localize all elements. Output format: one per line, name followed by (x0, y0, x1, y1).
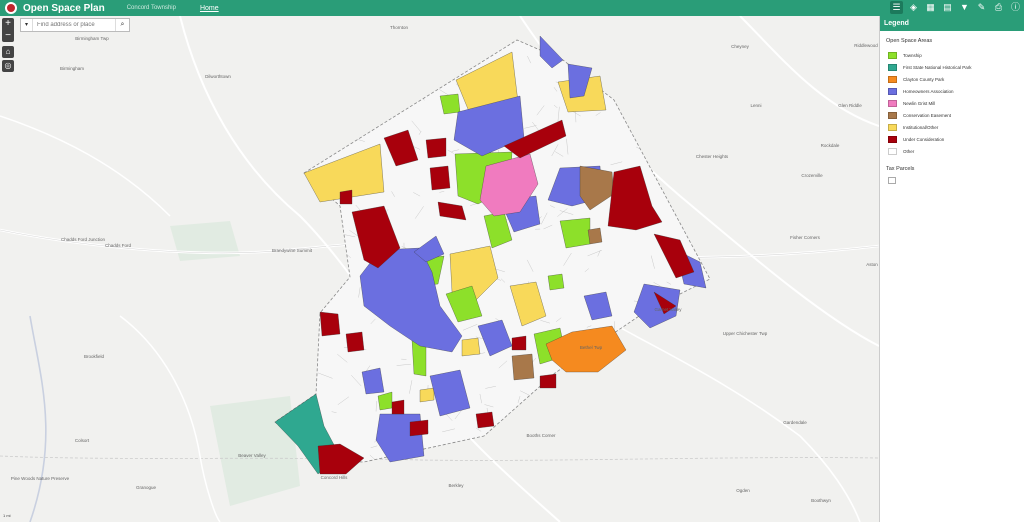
place-label: Garnet Valley (655, 307, 683, 312)
place-label: Berkley (448, 483, 464, 488)
logo-icon (5, 2, 17, 14)
place-label: Rockdale (821, 143, 840, 148)
legend-label: Conservation Easement (903, 112, 952, 118)
search-box: ▾ ⌕ (20, 18, 130, 32)
place-label: Crozerville (801, 173, 823, 178)
locate-icon[interactable]: ◎ (2, 60, 14, 72)
legend-swatch (888, 135, 897, 143)
scale-bar: 1 mi (3, 513, 11, 518)
search-source-dropdown[interactable]: ▾ (21, 19, 33, 31)
place-label: Lenni (750, 103, 761, 108)
app-title: Open Space Plan (23, 2, 105, 14)
home-link[interactable]: Home (200, 5, 219, 12)
zoom-out-button[interactable]: − (2, 30, 14, 42)
legend-swatch (888, 99, 897, 107)
legend-label: Institutional/Other (903, 124, 939, 130)
legend-label: Township (903, 52, 922, 58)
place-label: Concord Hills (321, 475, 349, 480)
info-icon[interactable]: ⓘ (1009, 1, 1022, 14)
place-label: Fisher Corners (790, 235, 821, 240)
zoom-control: + − (2, 18, 14, 42)
layers-icon[interactable]: ◈ (907, 1, 920, 14)
legend-swatch (888, 123, 897, 131)
place-label: Brandywine Summit (272, 248, 313, 253)
legend-item: Clayton County Park (886, 73, 1018, 85)
legend-swatch (888, 87, 897, 95)
zoom-in-button[interactable]: + (2, 18, 14, 30)
legend-label: Other (903, 148, 915, 154)
place-label: Chadds Ford Junction (61, 237, 106, 242)
place-label: Chadds Ford (105, 243, 132, 248)
bookmark-icon[interactable]: ▤ (941, 1, 954, 14)
legend-label: Clayton County Park (903, 76, 945, 82)
filter-icon[interactable]: ▼ (958, 1, 971, 14)
legend-swatch (888, 63, 897, 71)
place-label: Upper Chichester Twp (723, 331, 768, 336)
place-label: Birmingham (60, 66, 84, 71)
place-label: Ogden (736, 488, 750, 493)
legend-item: Conservation Easement (886, 109, 1018, 121)
scale-label: 1 mi (3, 513, 11, 518)
legend-swatch (888, 51, 897, 59)
legend-list: Township First State National Historical … (886, 49, 1018, 157)
legend-list-icon[interactable]: ☰ (890, 1, 903, 14)
place-label: Chester Heights (696, 154, 729, 159)
legend-panel: Legend ⌃ ✕ Open Space Areas Township Firs… (879, 16, 1024, 522)
place-label: Dilworthtown (205, 74, 231, 79)
place-label: Riddlewood (854, 43, 878, 48)
tax-parcel-swatch (888, 177, 896, 184)
legend-label: Newlin Grist Mill (903, 100, 936, 106)
legend-item: Township (886, 49, 1018, 61)
place-label: Thornton (390, 25, 409, 30)
place-label: Boothwyn (811, 498, 831, 503)
place-label: Colsort (75, 438, 90, 443)
home-extent-icon[interactable]: ⌂ (2, 46, 14, 58)
place-label: Granogue (136, 485, 157, 490)
legend-label: Under Consideration (903, 136, 945, 142)
map-canvas[interactable]: Birmingham Twp Birmingham Dilworthtown Thor… (0, 16, 879, 522)
app-subtitle: Concord Township (126, 5, 176, 11)
place-label: Aston (866, 262, 878, 267)
search-input[interactable] (33, 19, 115, 31)
legend-item: Under Consideration (886, 133, 1018, 145)
legend-swatch (888, 75, 897, 83)
collapse-icon[interactable]: ⌃ (1002, 33, 1008, 41)
map-view[interactable]: Birmingham Twp Birmingham Dilworthtown Thor… (0, 16, 879, 522)
place-label: Brookfield (84, 354, 105, 359)
legend-label: First State National Historical Park (903, 64, 972, 70)
print-icon[interactable]: ⎙ (992, 1, 1005, 14)
legend-item: First State National Historical Park (886, 61, 1018, 73)
legend-section-title: Open Space Areas (886, 38, 933, 44)
place-label: Pine Woods Nature Preserve (11, 476, 70, 481)
place-label: Birmingham Twp (75, 36, 109, 41)
search-icon[interactable]: ⌕ (115, 19, 129, 31)
close-icon[interactable]: ✕ (1014, 33, 1020, 41)
basemap-grid-icon[interactable]: ▦ (924, 1, 937, 14)
tax-parcels-title: Tax Parcels (886, 166, 915, 172)
toolbar: ☰ ◈ ▦ ▤ ▼ ✎ ⎙ ⓘ (890, 1, 1022, 14)
legend-title: Legend (884, 20, 909, 27)
place-label: Gardendale (783, 420, 807, 425)
place-label: Bethel Twp (580, 345, 603, 350)
app-header: Open Space Plan Concord Township Home ☰ ◈… (0, 0, 1024, 16)
place-label: Beaver Valley (238, 453, 266, 458)
legend-swatch (888, 111, 897, 119)
draw-icon[interactable]: ✎ (975, 1, 988, 14)
legend-label: Homeowners Association (903, 88, 954, 94)
place-label: Booths Corner (526, 433, 556, 438)
legend-item: Other (886, 145, 1018, 157)
legend-item: Newlin Grist Mill (886, 97, 1018, 109)
legend-item: Institutional/Other (886, 121, 1018, 133)
place-label: Glen Riddle (838, 103, 862, 108)
legend-swatch (888, 147, 897, 155)
place-label: Cheyney (731, 44, 750, 49)
legend-header: Legend ⌃ ✕ (880, 16, 1024, 41)
legend-item: Homeowners Association (886, 85, 1018, 97)
